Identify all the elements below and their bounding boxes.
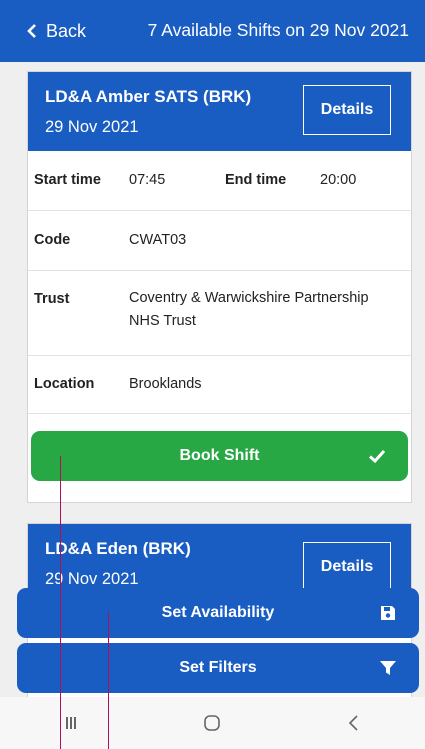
shift-date: 29 Nov 2021 (45, 118, 139, 136)
save-icon (381, 606, 395, 620)
code-label: Code (34, 232, 71, 248)
code-row: Code CWAT03 (28, 211, 411, 271)
start-time-value: 07:45 (129, 172, 166, 188)
details-button[interactable]: Details (303, 542, 391, 592)
location-row: Location Brooklands (28, 356, 411, 414)
set-availability-button[interactable]: Set Availability (17, 588, 419, 638)
system-nav-bar (0, 697, 425, 749)
set-filters-label: Set Filters (179, 659, 257, 676)
code-value: CWAT03 (129, 232, 187, 248)
trust-row: Trust Coventry & Warwickshire Partnershi… (28, 271, 411, 356)
book-shift-label: Book Shift (179, 447, 260, 464)
filter-icon (380, 661, 396, 675)
shift-name: LD&A Eden (BRK) (45, 539, 191, 558)
book-shift-button[interactable]: Book Shift (31, 431, 408, 481)
time-row: Start time 07:45 End time 20:00 (28, 151, 411, 211)
start-time-label: Start time (34, 172, 101, 188)
shift-card-header: LD&A Amber SATS (BRK) 29 Nov 2021 Detail… (28, 72, 411, 151)
recent-apps-icon[interactable] (60, 712, 82, 734)
nav-back-icon[interactable] (343, 712, 365, 734)
details-button[interactable]: Details (303, 85, 391, 135)
chevron-left-icon (27, 24, 36, 38)
set-availability-label: Set Availability (161, 604, 275, 621)
shift-name: LD&A Amber SATS (BRK) (45, 87, 252, 106)
location-value: Brooklands (129, 376, 202, 392)
end-time-value: 20:00 (320, 172, 357, 188)
page-title: 7 Available Shifts on 29 Nov 2021 (147, 20, 409, 40)
app-header: Back 7 Available Shifts on 29 Nov 2021 (0, 0, 425, 62)
back-button[interactable]: Back (24, 21, 86, 42)
end-time-label: End time (225, 172, 287, 188)
shift-card: LD&A Amber SATS (BRK) 29 Nov 2021 Detail… (27, 71, 412, 503)
home-icon[interactable] (201, 712, 223, 734)
trust-value: Coventry & Warwickshire Partnership NHS … (129, 290, 369, 329)
annotation-line (60, 456, 61, 749)
back-label: Back (46, 20, 87, 41)
location-label: Location (34, 376, 95, 392)
check-icon (368, 449, 386, 464)
set-filters-button[interactable]: Set Filters (17, 643, 419, 693)
trust-label: Trust (34, 291, 70, 307)
annotation-line (108, 612, 109, 749)
